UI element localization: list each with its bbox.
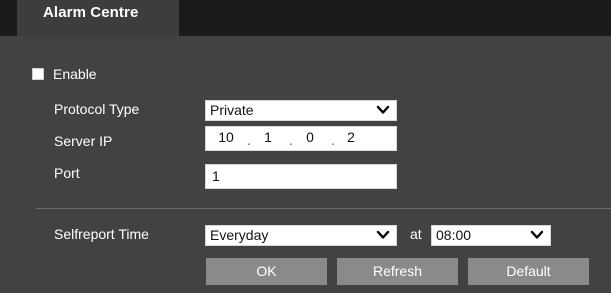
enable-checkbox[interactable] <box>32 68 44 80</box>
chevron-down-icon <box>530 230 544 239</box>
selfreport-day-value: Everyday <box>210 227 269 243</box>
refresh-button[interactable]: Refresh <box>337 258 458 285</box>
port-input[interactable]: 1 <box>205 164 397 189</box>
tab-label: Alarm Centre <box>43 4 139 21</box>
chevron-down-icon <box>376 105 390 114</box>
server-ip-input[interactable]: 10 . 1 . 0 . 2 <box>205 126 397 151</box>
selfreport-time-value: 08:00 <box>436 227 472 243</box>
enable-row: Enable <box>32 66 97 82</box>
section-divider <box>36 208 611 209</box>
protocol-type-select[interactable]: Private <box>205 100 397 121</box>
ip-octet-2[interactable]: 1 <box>258 127 278 150</box>
at-label: at <box>410 226 422 242</box>
ip-octet-1[interactable]: 10 <box>214 127 238 150</box>
ip-octet-3[interactable]: 0 <box>300 127 320 150</box>
selfreport-time-select[interactable]: 08:00 <box>431 225 551 246</box>
server-ip-label: Server IP <box>54 133 113 149</box>
default-button[interactable]: Default <box>468 258 589 285</box>
ok-button[interactable]: OK <box>206 258 327 285</box>
ip-separator: . <box>331 132 335 148</box>
enable-label: Enable <box>53 66 97 82</box>
port-label: Port <box>54 165 80 181</box>
tab-alarm-centre[interactable]: Alarm Centre <box>17 0 179 36</box>
protocol-type-value: Private <box>210 102 254 118</box>
protocol-type-label: Protocol Type <box>54 101 140 117</box>
ip-octet-4[interactable]: 2 <box>341 127 361 150</box>
port-value: 1 <box>212 168 220 184</box>
ip-separator: . <box>247 132 251 148</box>
selfreport-time-label: Selfreport Time <box>54 226 149 242</box>
alarm-centre-window: Alarm Centre Enable Protocol Type Privat… <box>0 0 611 293</box>
selfreport-day-select[interactable]: Everyday <box>205 225 397 246</box>
ip-separator: . <box>289 132 293 148</box>
chevron-down-icon <box>376 230 390 239</box>
tab-bar: Alarm Centre <box>0 0 611 36</box>
